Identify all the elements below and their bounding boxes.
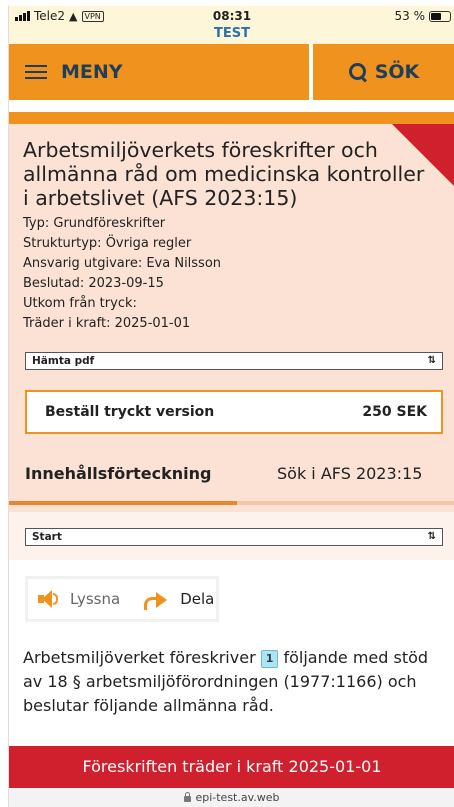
section-select[interactable]: Start ⇅ bbox=[25, 528, 443, 546]
battery-info: 53 % bbox=[394, 9, 451, 23]
effective-date-banner: Föreskriften träder i kraft 2025-01-01 bbox=[9, 746, 454, 788]
document-meta: Typ: Grundföreskrifter Strukturtyp: Övri… bbox=[23, 214, 221, 334]
pdf-select[interactable]: Hämta pdf ⇅ bbox=[25, 352, 443, 370]
speaker-icon[interactable] bbox=[36, 589, 60, 609]
intro-paragraph: Arbetsmiljöverket föreskriver 1 följande… bbox=[23, 646, 443, 718]
order-price: 250 SEK bbox=[362, 404, 427, 420]
menu-label: MENY bbox=[61, 61, 123, 83]
url-bar[interactable]: epi-test.av.web bbox=[9, 788, 454, 807]
lock-icon bbox=[184, 792, 192, 802]
document-title: Arbetsmiljöverkets föreskrifter och allm… bbox=[23, 138, 425, 210]
url-text: epi-test.av.web bbox=[195, 791, 280, 804]
site-label: TEST bbox=[9, 26, 454, 44]
listen-button[interactable]: Lyssna bbox=[70, 590, 120, 608]
share-button[interactable]: Dela bbox=[180, 590, 214, 608]
meta-structure-type: Strukturtyp: Övriga regler bbox=[23, 236, 192, 251]
select-arrows-icon: ⇅ bbox=[427, 531, 436, 542]
battery-percent: 53 % bbox=[394, 9, 426, 23]
top-navigation: MENY SÖK bbox=[9, 44, 454, 100]
meta-decided: Beslutad: 2023-09-15 bbox=[23, 276, 164, 291]
order-label: Beställ tryckt version bbox=[45, 404, 215, 420]
share-arrow-icon[interactable] bbox=[144, 589, 172, 610]
pdf-select-value: Hämta pdf bbox=[32, 355, 95, 367]
status-time: 08:31 bbox=[212, 9, 252, 23]
search-icon bbox=[348, 63, 367, 81]
meta-printed: Utkom från tryck: bbox=[23, 296, 137, 311]
status-bar: Tele2 ▲ VPN 08:31 53 % bbox=[9, 6, 454, 26]
hamburger-icon bbox=[25, 65, 47, 79]
tab-table-of-contents[interactable]: Innehållsförteckning bbox=[25, 464, 211, 483]
search-label: SÖK bbox=[374, 61, 420, 83]
meta-publisher: Ansvarig utgivare: Eva Nilsson bbox=[23, 256, 222, 271]
intro-text-start: Arbetsmiljöverket föreskriver bbox=[23, 648, 261, 667]
search-button[interactable]: SÖK bbox=[313, 44, 454, 100]
tab-search-in-document[interactable]: Sök i AFS 2023:15 bbox=[277, 464, 422, 483]
phone-screen: Tele2 ▲ VPN 08:31 53 % TEST MENY SÖK Arb… bbox=[8, 6, 454, 807]
order-print-button[interactable]: Beställ tryckt version 250 SEK bbox=[25, 390, 443, 434]
document-top-bar bbox=[9, 112, 454, 124]
meta-type: Typ: Grundföreskrifter bbox=[23, 216, 166, 231]
meta-effective: Träder i kraft: 2025-01-01 bbox=[23, 316, 191, 331]
section-select-value: Start bbox=[32, 531, 62, 543]
listen-share-bar: Lyssna Dela bbox=[25, 576, 219, 622]
select-arrows-icon: ⇅ bbox=[427, 355, 436, 366]
battery-icon bbox=[429, 10, 451, 22]
tab-active-indicator bbox=[9, 501, 237, 505]
footnote-marker[interactable]: 1 bbox=[260, 650, 279, 668]
menu-button[interactable]: MENY bbox=[25, 44, 123, 100]
